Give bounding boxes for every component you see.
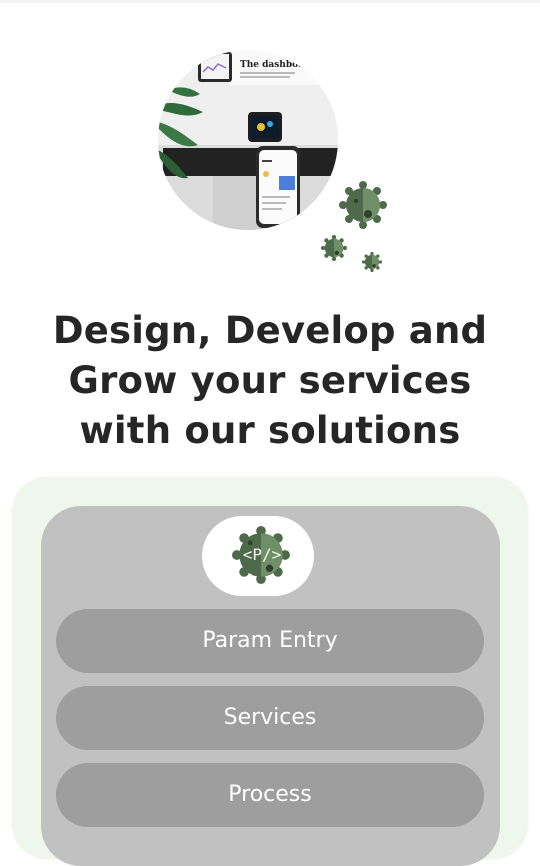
headline-line-3: with our solutions	[79, 409, 461, 452]
virus-gear-icon-small	[321, 235, 347, 261]
menu-button-process[interactable]: Process	[56, 763, 484, 827]
virus-gear-icon-tiny	[362, 252, 382, 272]
monitor-screen-title: The dashboard	[240, 60, 316, 70]
hero-image: The dashboard	[158, 50, 338, 230]
logo-text: <P/>	[242, 545, 282, 564]
headline-line-1: Design, Develop and	[52, 309, 488, 352]
top-divider	[0, 0, 540, 3]
hero-headline: Design, Develop and Grow your services w…	[0, 306, 540, 456]
headline-line-2: Grow your services	[68, 359, 472, 402]
menu-button-services[interactable]: Services	[56, 686, 484, 750]
menu-button-param-entry[interactable]: Param Entry	[56, 609, 484, 673]
virus-gear-icon	[339, 181, 387, 229]
